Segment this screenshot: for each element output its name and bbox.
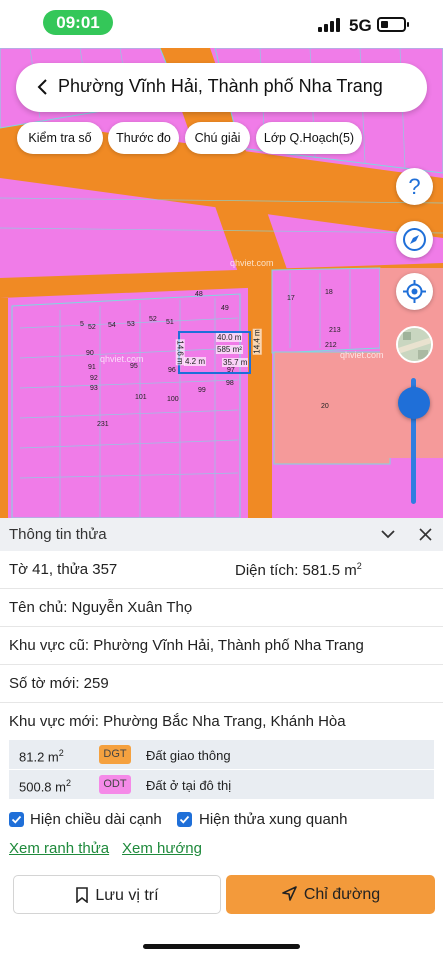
info-row-sheet-area: Tờ 41, thửa 357 Diện tích: 581.5 m2 (0, 551, 443, 589)
chip-check-number[interactable]: Kiểm tra số (17, 122, 103, 154)
plot-label: 100 (167, 396, 179, 403)
my-location-button[interactable] (396, 273, 433, 310)
land-use-code-badge: ODT (99, 775, 131, 794)
land-use-area: 81.2 m2 (19, 748, 64, 765)
svg-text:?: ? (408, 174, 420, 199)
chevron-down-icon[interactable] (380, 528, 396, 540)
help-button[interactable]: ? (396, 168, 433, 205)
panel-title: Thông tin thửa (9, 526, 107, 543)
land-use-description: Đất ở tại đô thị (146, 778, 232, 793)
plot-label: 213 (329, 327, 341, 334)
plot-label: 101 (135, 394, 147, 401)
location-header[interactable]: Phường Vĩnh Hải, Thành phố Nha Trang (16, 63, 427, 112)
map-canvas (0, 48, 443, 518)
back-arrow-icon[interactable] (34, 78, 52, 96)
info-row-new-sheet: Số tờ mới: 259 (0, 665, 443, 703)
panel-header: Thông tin thửa (0, 518, 443, 551)
plot-label: 54 (108, 322, 116, 329)
new-sheet-number: Số tờ mới: 259 (9, 675, 109, 692)
land-use-code-badge: DGT (99, 745, 131, 764)
plot-label: 52 (149, 316, 157, 323)
close-icon[interactable] (419, 528, 432, 541)
network-type: 5G (349, 16, 372, 35)
sheet-parcel-number: Tờ 41, thửa 357 (9, 561, 118, 578)
home-indicator (143, 944, 300, 949)
view-boundary-link[interactable]: Xem ranh thửa (9, 840, 109, 857)
info-row-new-area: Khu vực mới: Phường Bắc Nha Trang, Khánh… (0, 703, 443, 741)
show-edge-length-label: Hiện chiều dài cạnh (30, 811, 162, 828)
plot-label: 49 (221, 305, 229, 312)
plot-label: 51 (166, 319, 174, 326)
plot-label: 98 (226, 380, 234, 387)
plot-label: 212 (325, 342, 337, 349)
edge-length-bottom-right: 35.7 m (222, 358, 249, 367)
parcel-area-label: 585 m² (216, 345, 243, 354)
bookmark-icon (76, 886, 89, 904)
plot-label: 96 (168, 367, 176, 374)
location-title: Phường Vĩnh Hải, Thành phố Nha Trang (58, 76, 383, 96)
plot-label: 5 (80, 321, 84, 328)
edge-length-top: 40.0 m (216, 333, 243, 342)
parcel-area: Diện tích: 581.5 m2 (235, 561, 362, 579)
save-location-button[interactable]: Lưu vị trí (13, 875, 221, 914)
signal-icon (318, 16, 342, 32)
plot-label: 93 (90, 385, 98, 392)
owner-name: Tên chủ: Nguyễn Xuân Thọ (9, 599, 193, 616)
land-use-row: 81.2 m2 DGT Đất giao thông (9, 740, 434, 770)
land-use-row: 500.8 m2 ODT Đất ở tại đô thị (9, 770, 434, 800)
base-layer-switcher[interactable] (396, 326, 433, 363)
chip-ruler[interactable]: Thước đo (108, 122, 179, 154)
info-row-old-area: Khu vực cũ: Phường Vĩnh Hải, Thành phố N… (0, 627, 443, 665)
map-view[interactable]: 48 49 17 18 52 51 5 52 54 53 213 212 90 … (0, 48, 443, 518)
old-administrative-area: Khu vực cũ: Phường Vĩnh Hải, Thành phố N… (9, 637, 364, 654)
checkbox-checked-icon[interactable] (9, 812, 24, 827)
edge-length-bottom-left: 4.2 m (184, 357, 207, 366)
plot-label: 52 (88, 324, 96, 331)
chip-legend[interactable]: Chú giải (185, 122, 250, 154)
land-use-table: 81.2 m2 DGT Đất giao thông 500.8 m2 ODT … (9, 740, 434, 800)
plot-label: 48 (195, 291, 203, 298)
new-administrative-area: Khu vực mới: Phường Bắc Nha Trang, Khánh… (9, 713, 346, 730)
plot-label: 20 (321, 403, 329, 410)
plot-label: 95 (130, 363, 138, 370)
view-direction-link[interactable]: Xem hướng (122, 840, 202, 857)
info-row-owner: Tên chủ: Nguyễn Xuân Thọ (0, 589, 443, 627)
watermark: qhviet.com (100, 354, 144, 364)
plot-label: 99 (198, 387, 206, 394)
battery-icon (377, 17, 409, 32)
plot-label: 17 (287, 295, 295, 302)
parcel-info-panel: Thông tin thửa Tờ 41, thửa 357 Diện tích… (0, 518, 443, 959)
plot-label: 18 (325, 289, 333, 296)
checkbox-checked-icon[interactable] (177, 812, 192, 827)
edge-length-right: 14.4 m (252, 328, 262, 355)
plot-label: 90 (86, 350, 94, 357)
plot-label: 91 (88, 364, 96, 371)
navigation-arrow-icon (282, 886, 297, 902)
plot-label: 53 (127, 321, 135, 328)
compass-icon (403, 228, 426, 251)
plot-label: 231 (97, 421, 109, 428)
compass-button[interactable] (396, 221, 433, 258)
land-use-area: 500.8 m2 (19, 778, 71, 795)
plot-label: 92 (90, 375, 98, 382)
land-use-description: Đất giao thông (146, 748, 231, 763)
clock: 09:01 (43, 10, 113, 35)
crosshair-icon (403, 280, 426, 303)
save-location-label: Lưu vị trí (95, 887, 159, 904)
directions-button[interactable]: Chỉ đường (226, 875, 435, 914)
chip-planning-layers[interactable]: Lớp Q.Hoạch(5) (256, 122, 362, 154)
show-neighbors-label: Hiện thửa xung quanh (199, 811, 348, 828)
directions-label: Chỉ đường (303, 886, 381, 903)
status-bar: 09:01 5G (0, 0, 443, 48)
watermark: qhviet.com (340, 350, 384, 360)
watermark: qhviet.com (230, 258, 274, 268)
opacity-slider-thumb[interactable] (398, 387, 430, 419)
help-icon: ? (408, 174, 420, 199)
